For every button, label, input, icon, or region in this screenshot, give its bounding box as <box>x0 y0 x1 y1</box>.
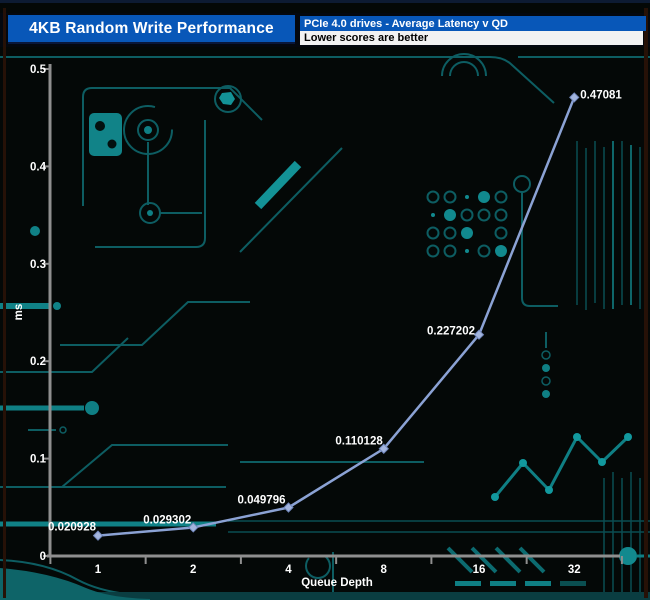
data-label-qd8: 0.110128 <box>335 436 383 448</box>
chart-subtitle-bar: PCIe 4.0 drives - Average Latency v QD <box>300 16 646 31</box>
y-tick-label: 0 <box>40 551 46 563</box>
chart-panel: 0 0.1 0.2 0.3 0.4 0.5 1 2 4 8 16 32 ms Queue Depth 0.0… <box>0 0 650 600</box>
y-axis-title: ms <box>13 304 25 321</box>
chart-note-bar: Lower scores are better <box>300 31 643 45</box>
data-label-qd16: 0.227202 <box>427 326 475 338</box>
x-tick-label: 16 <box>473 564 486 576</box>
x-axis-title: Queue Depth <box>301 577 373 589</box>
y-tick-label: 0.3 <box>30 259 46 271</box>
chart-canvas: 0 0.1 0.2 0.3 0.4 0.5 1 2 4 8 16 32 ms Queue Depth 0.0… <box>0 0 650 600</box>
x-tick-label: 32 <box>568 564 581 576</box>
data-label-qd1: 0.020928 <box>48 522 97 534</box>
data-label-qd4: 0.049796 <box>238 494 286 506</box>
chart-subtitle: PCIe 4.0 drives - Average Latency v QD <box>304 17 508 30</box>
y-tick-label: 0.1 <box>30 454 47 466</box>
x-tick-label: 4 <box>285 564 292 576</box>
data-point-marker-qd32 <box>569 92 580 103</box>
x-tick-label: 1 <box>95 564 102 576</box>
x-tick-label: 8 <box>381 564 388 576</box>
series-line <box>96 96 576 537</box>
x-tick-label: 2 <box>190 564 196 576</box>
y-tick-label: 0.5 <box>30 64 47 76</box>
data-label-qd2: 0.029302 <box>143 514 191 526</box>
chart-title: 4KB Random Write Performance <box>29 19 274 37</box>
circuit-background-icon <box>0 0 650 600</box>
chart-title-box: 4KB Random Write Performance <box>8 15 295 42</box>
y-tick-label: 0.2 <box>30 356 46 368</box>
y-tick-label: 0.4 <box>30 161 47 173</box>
chart-note: Lower scores are better <box>304 32 429 44</box>
data-label-qd32: 0.47081 <box>580 89 622 101</box>
